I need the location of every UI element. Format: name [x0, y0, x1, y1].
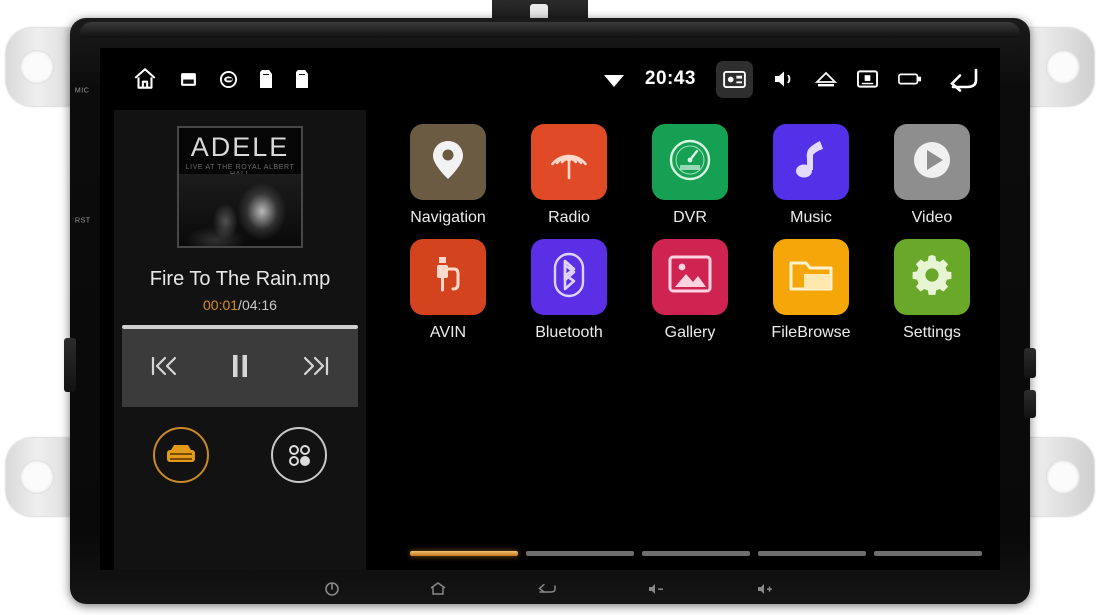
video-label: Video [911, 209, 953, 226]
album-photo [179, 174, 301, 246]
folder-icon [787, 254, 835, 301]
bracket-hole [20, 460, 54, 494]
radio-tile[interactable] [531, 124, 607, 200]
eject-icon[interactable] [815, 70, 837, 88]
sim-card-1-icon [260, 70, 274, 88]
touchscreen-display[interactable]: 20:43 ADELE LIVE AT THE ROYAL ALBERT Fir… [100, 48, 1000, 570]
settings-label: Settings [903, 324, 961, 341]
bluetooth-icon [546, 250, 592, 305]
avin-label: AVIN [429, 324, 467, 341]
track-title: Fire To The Rain.mp [149, 268, 331, 290]
screenshot-icon[interactable] [716, 60, 753, 98]
album-artist-text: ADELE [190, 132, 290, 162]
car-mode-button[interactable] [153, 427, 209, 483]
app-settings[interactable]: Settings [876, 239, 988, 342]
app-music[interactable]: Music [755, 124, 867, 227]
bluetooth-label: Bluetooth [535, 324, 603, 341]
app-grid: Navigation Radio DVR Music Video AVIN Bl… [366, 110, 1000, 570]
mic-label: MIC [74, 86, 90, 95]
dvr-label: DVR [673, 209, 707, 226]
bracket-hole [1046, 50, 1080, 84]
page-dash-1[interactable] [410, 551, 518, 556]
music-note-icon [790, 137, 832, 188]
page-dash-3[interactable] [642, 551, 750, 556]
app-filebrowser[interactable]: FileBrowse [755, 239, 867, 342]
bracket-hole [20, 50, 54, 84]
gallery-tile[interactable] [652, 239, 728, 315]
battery-icon [898, 72, 922, 86]
av-plug-icon [427, 252, 469, 303]
home-icon[interactable] [132, 66, 158, 92]
app-gallery[interactable]: Gallery [634, 239, 746, 342]
reset-label: RST [74, 216, 91, 225]
app-dvr[interactable]: DVR [634, 124, 746, 227]
side-button-right-upper[interactable] [1024, 348, 1036, 378]
navigation-label: Navigation [410, 209, 486, 226]
widget-shortcut-row [122, 427, 358, 483]
power-button[interactable] [324, 581, 340, 597]
location-pin-icon [428, 138, 468, 187]
screen-off-icon[interactable] [857, 70, 878, 88]
app-row-2: AVIN Bluetooth Gallery FileBrowse Settin… [392, 239, 988, 342]
all-apps-button[interactable] [271, 427, 327, 483]
volume-up-button[interactable] [756, 582, 776, 596]
volume-icon[interactable] [773, 69, 795, 89]
bracket-hole [1046, 460, 1080, 494]
app-navigation[interactable]: Navigation [392, 124, 504, 227]
app-avin[interactable]: AVIN [392, 239, 504, 342]
photo-icon [666, 254, 714, 301]
car-head-unit-chassis: MIC RST 20:43 ADELE LIVE AT THE ROYAL AL… [64, 18, 1036, 604]
page-dash-4[interactable] [758, 551, 866, 556]
page-indicator [392, 551, 988, 556]
device-stage: MIC RST 20:43 ADELE LIVE AT THE ROYAL AL… [0, 0, 1100, 615]
status-bar: 20:43 [100, 48, 1000, 110]
music-label: Music [790, 209, 832, 226]
volume-down-button[interactable] [647, 582, 667, 596]
filebrowser-tile[interactable] [773, 239, 849, 315]
app-radio[interactable]: Radio [513, 124, 625, 227]
app-bluetooth[interactable]: Bluetooth [513, 239, 625, 342]
gauge-icon [666, 136, 714, 189]
radio-waves-icon [546, 137, 592, 188]
track-duration: 04:16 [241, 297, 277, 313]
gps-target-icon [219, 70, 238, 89]
play-circle-icon [909, 137, 955, 188]
next-track-button[interactable] [300, 353, 334, 384]
hardware-nav-bar [100, 574, 1000, 604]
wifi-icon [603, 70, 625, 88]
dvr-tile[interactable] [652, 124, 728, 200]
gallery-label: Gallery [664, 324, 716, 341]
back-arrow-icon[interactable] [942, 64, 982, 94]
gear-icon [909, 252, 955, 303]
navigation-tile[interactable] [410, 124, 486, 200]
home-screen-content: ADELE LIVE AT THE ROYAL ALBERT HALL Fire… [100, 110, 1000, 570]
app-video[interactable]: Video [876, 124, 988, 227]
avin-tile[interactable] [410, 239, 486, 315]
page-dash-2[interactable] [526, 551, 634, 556]
previous-track-button[interactable] [146, 353, 180, 384]
filebrowser-label: FileBrowse [771, 324, 851, 341]
status-clock: 20:43 [644, 68, 696, 89]
radio-label: Radio [548, 209, 590, 226]
video-tile[interactable] [894, 124, 970, 200]
transport-controls [122, 329, 358, 407]
side-button-right-lower[interactable] [1024, 390, 1036, 418]
music-player-widget[interactable]: ADELE LIVE AT THE ROYAL ALBERT HALL Fire… [114, 110, 366, 570]
sd-card-icon [180, 71, 197, 88]
music-tile[interactable] [773, 124, 849, 200]
track-elapsed: 00:01 [203, 297, 239, 313]
back-button[interactable] [536, 582, 558, 596]
page-dash-5[interactable] [874, 551, 982, 556]
sim-card-2-icon [296, 70, 310, 88]
settings-tile[interactable] [894, 239, 970, 315]
home-button[interactable] [429, 581, 447, 597]
track-time: 00:01/04:16 [203, 297, 277, 313]
album-art: ADELE LIVE AT THE ROYAL ALBERT HALL [177, 126, 303, 248]
side-button-left[interactable] [64, 338, 76, 392]
app-row-1: Navigation Radio DVR Music Video [392, 124, 988, 227]
bluetooth-tile[interactable] [531, 239, 607, 315]
pause-button[interactable] [227, 352, 253, 385]
